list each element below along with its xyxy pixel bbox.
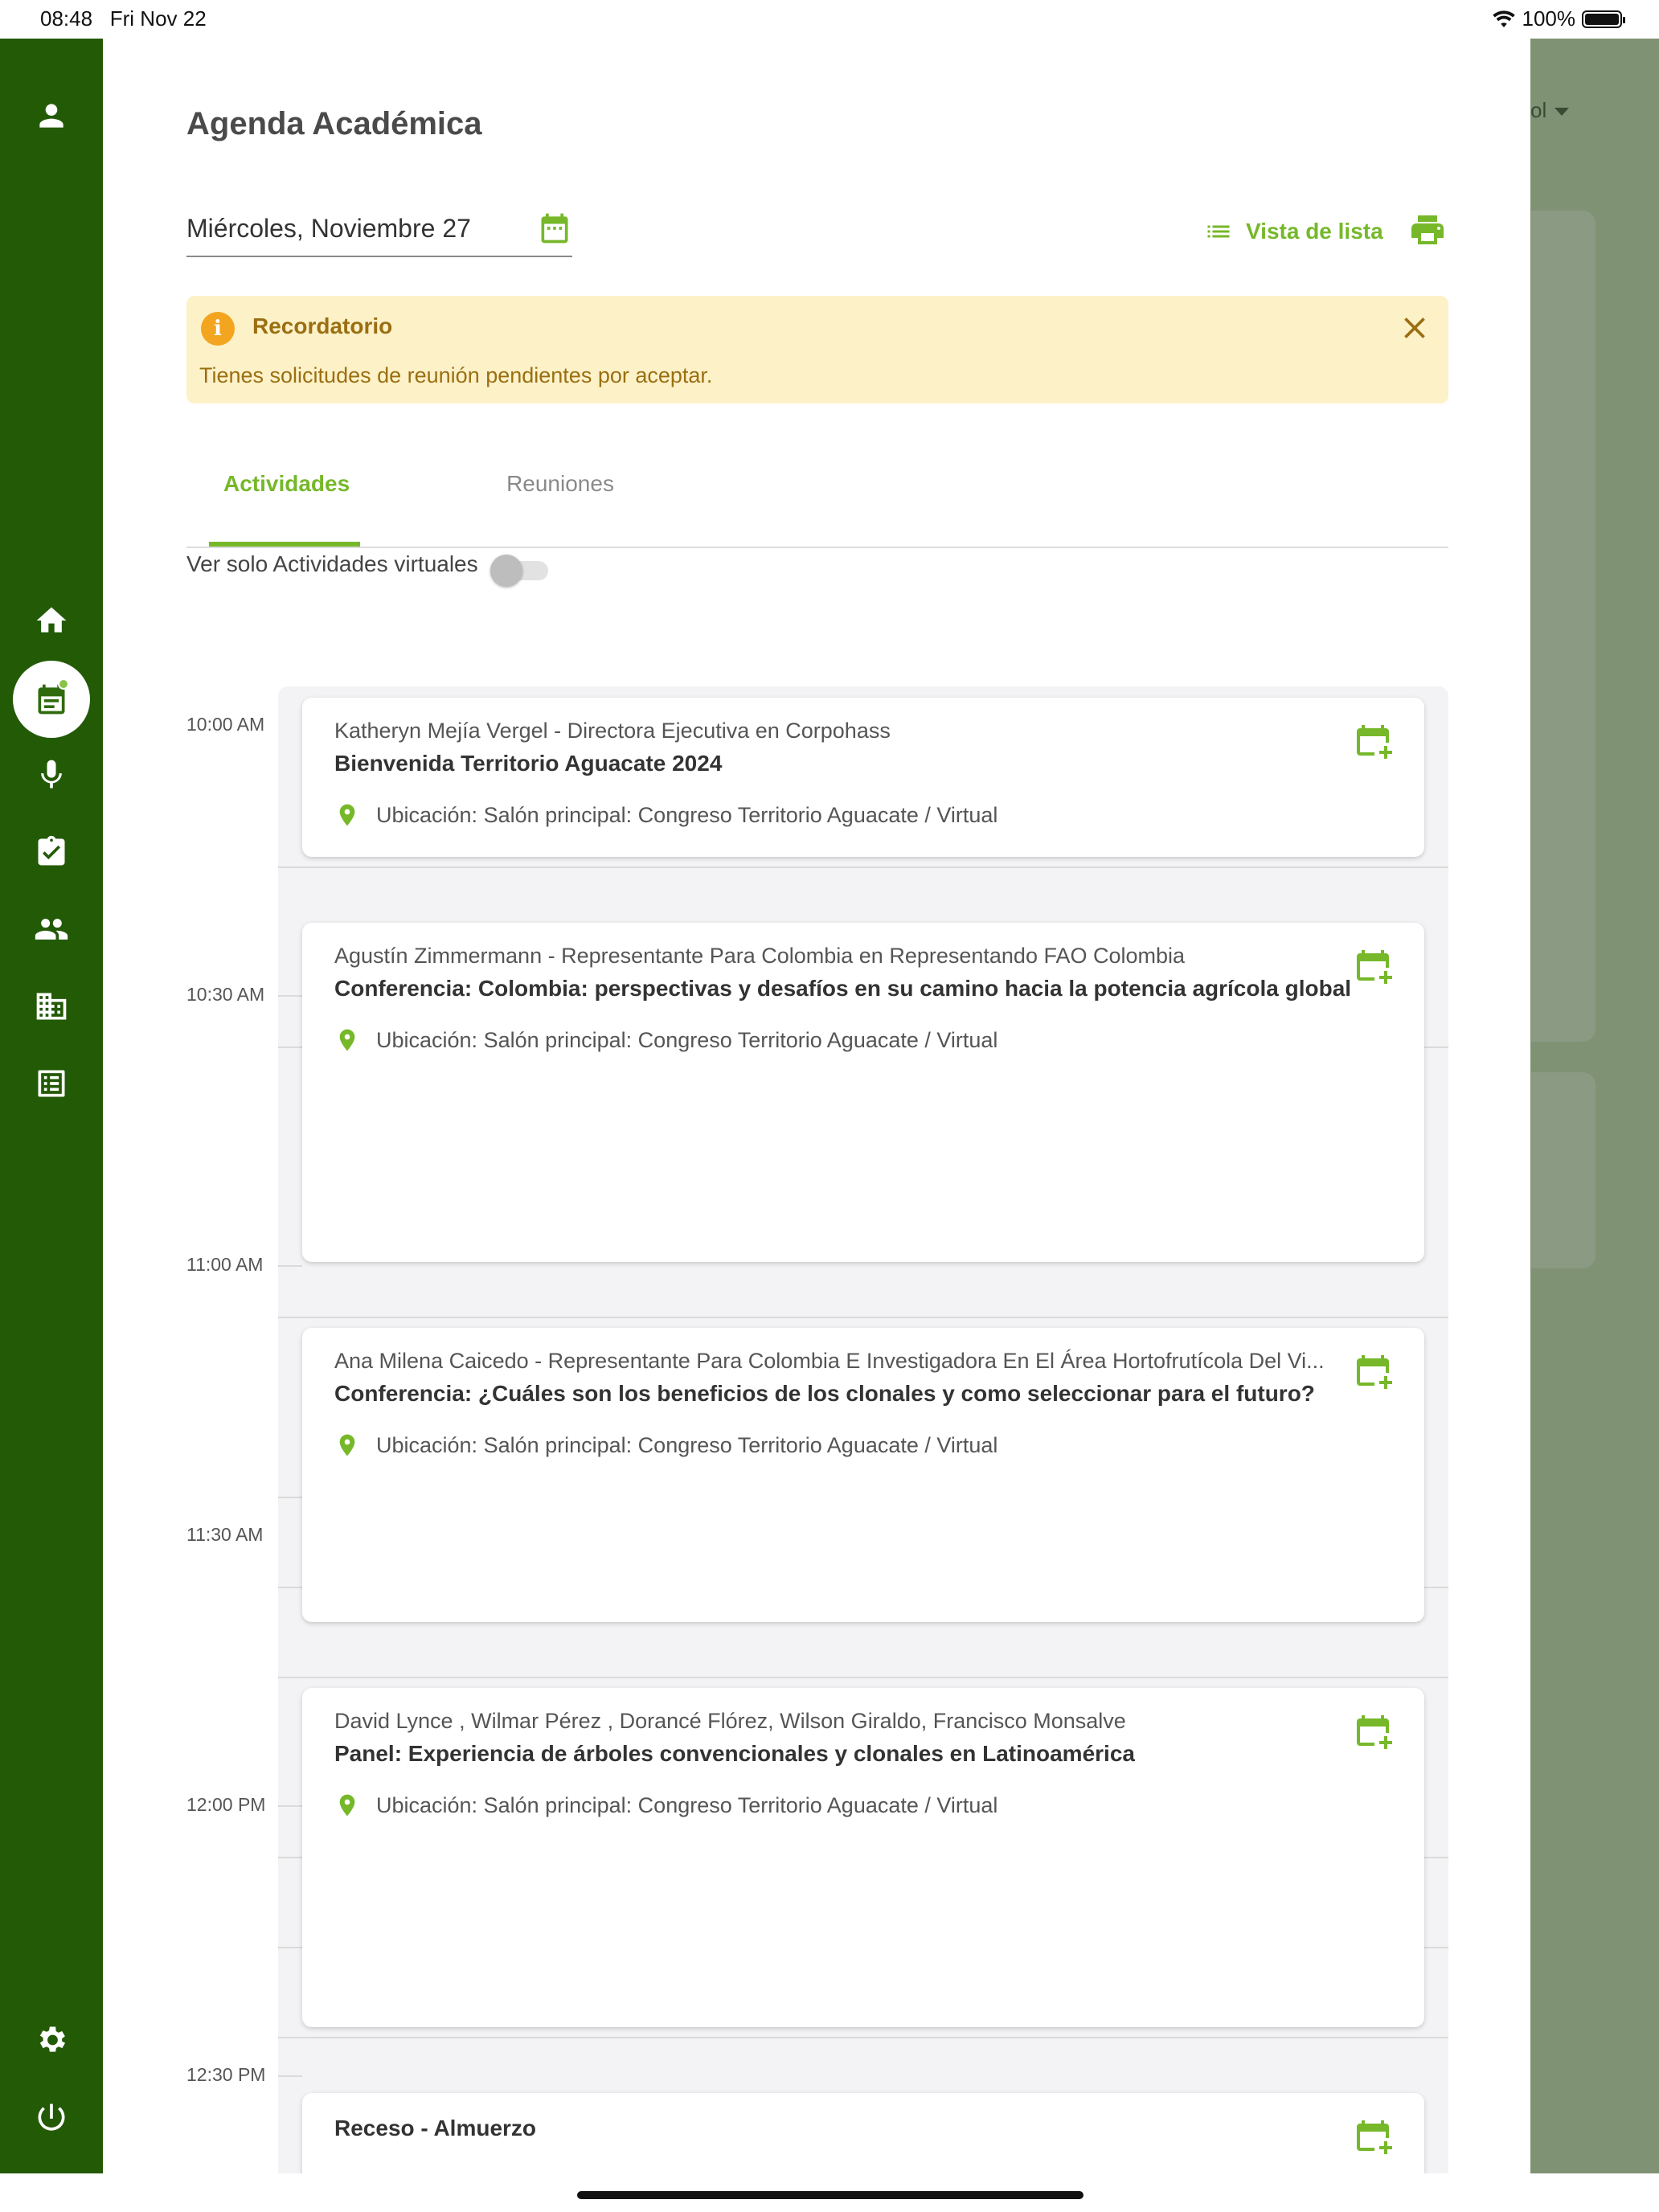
building-icon[interactable] (27, 982, 76, 1030)
add-to-calendar-icon[interactable] (1354, 1352, 1392, 1391)
activity-card[interactable]: Katheryn Mejía Vergel - Directora Ejecut… (302, 698, 1424, 857)
activity-title: Receso - Almuerzo (334, 2116, 537, 2140)
agenda-nav-icon[interactable] (13, 661, 90, 738)
activity-speaker: Katheryn Mejía Vergel - Directora Ejecut… (334, 719, 891, 743)
time-label: 10:30 AM (186, 984, 265, 1005)
activity-location: Ubicación: Salón principal: Congreso Ter… (334, 1432, 997, 1458)
power-icon[interactable] (27, 2093, 76, 2141)
location-text: Ubicación: Salón principal: Congreso Ter… (376, 1432, 998, 1457)
location-pin-icon (339, 804, 355, 826)
status-bar: 08:48 Fri Nov 22 100% (0, 0, 1659, 39)
date-picker-field[interactable]: Miércoles, Noviembre 27 (186, 207, 572, 257)
location-pin-icon (339, 1434, 355, 1456)
people-icon[interactable] (27, 905, 76, 953)
print-icon[interactable] (1408, 211, 1447, 249)
page-title: Agenda Académica (186, 106, 482, 141)
activity-location: Ubicación: Salón principal: Congreso Ter… (334, 802, 997, 828)
sidebar (0, 39, 103, 2173)
activity-card[interactable]: Receso - Almuerzo (302, 2093, 1424, 2173)
tab-actividades[interactable]: Actividades (209, 471, 360, 547)
battery-percent: 100% (1522, 6, 1576, 31)
backdrop-language-text: ol (1530, 98, 1547, 122)
add-to-calendar-icon[interactable] (1354, 2117, 1392, 2156)
location-pin-icon (339, 1029, 355, 1051)
time-label: 12:30 PM (186, 2064, 266, 2085)
tab-reuniones[interactable]: Reuniones (492, 471, 629, 547)
activity-title: Conferencia: Colombia: perspectivas y de… (334, 976, 1352, 1001)
activity-card[interactable]: Agustín Zimmermann - Representante Para … (302, 923, 1424, 1262)
virtual-only-toggle[interactable] (490, 553, 550, 587)
time-label: 11:30 AM (186, 1524, 264, 1545)
activity-location: Ubicación: Salón principal: Congreso Ter… (334, 1792, 997, 1818)
reminder-banner: i Recordatorio Tienes solicitudes de reu… (186, 296, 1448, 403)
reminder-title: Recordatorio (252, 313, 393, 338)
grid-line (278, 2037, 1448, 2038)
status-time: 08:48 Fri Nov 22 (40, 6, 207, 31)
microphone-icon[interactable] (27, 751, 76, 799)
location-text: Ubicación: Salón principal: Congreso Ter… (376, 1027, 998, 1052)
status-right: 100% (1492, 6, 1625, 31)
grid-line (278, 1677, 1448, 1678)
activity-speaker: Ana Milena Caicedo - Representante Para … (334, 1349, 1325, 1373)
settings-icon[interactable] (27, 2016, 76, 2064)
grid-line (278, 1317, 1448, 1318)
list-view-label: Vista de lista (1246, 219, 1383, 244)
assignment-check-icon[interactable] (27, 828, 76, 876)
battery-icon (1582, 10, 1625, 28)
add-to-calendar-icon[interactable] (1354, 722, 1392, 760)
backdrop-caret-icon (1555, 108, 1569, 116)
activity-card[interactable]: David Lynce , Wilmar Pérez , Dorancé Fló… (302, 1688, 1424, 2027)
close-icon[interactable] (1397, 310, 1432, 346)
add-to-calendar-icon[interactable] (1354, 1712, 1392, 1751)
location-text: Ubicación: Salón principal: Congreso Ter… (376, 802, 998, 827)
backdrop-card (1531, 1072, 1596, 1268)
time-label: 11:00 AM (186, 1254, 264, 1275)
grid-tick (278, 1265, 302, 1267)
activity-speaker: David Lynce , Wilmar Pérez , Dorancé Fló… (334, 1709, 1126, 1733)
activity-speaker: Agustín Zimmermann - Representante Para … (334, 944, 1186, 968)
profile-icon[interactable] (27, 92, 76, 140)
wifi-icon (1492, 10, 1515, 27)
activity-location: Ubicación: Salón principal: Congreso Ter… (334, 1027, 997, 1053)
location-pin-icon (339, 1794, 355, 1817)
home-icon[interactable] (27, 596, 76, 645)
date-value: Miércoles, Noviembre 27 (186, 214, 471, 243)
time-label: 12:00 PM (186, 1794, 266, 1815)
list-alt-icon[interactable] (27, 1059, 76, 1108)
location-text: Ubicación: Salón principal: Congreso Ter… (376, 1792, 998, 1817)
agenda-drawer: Agenda Académica Miércoles, Noviembre 27… (103, 39, 1530, 2173)
calendar-icon[interactable] (537, 211, 572, 246)
backdrop-card (1531, 211, 1596, 1042)
grid-tick (278, 1497, 302, 1498)
add-to-calendar-icon[interactable] (1354, 947, 1392, 985)
info-icon: i (201, 312, 235, 346)
home-indicator[interactable] (577, 2191, 1083, 2199)
activity-title: Bienvenida Territorio Aguacate 2024 (334, 751, 723, 776)
time-label: 10:00 AM (186, 714, 265, 735)
virtual-only-label: Ver solo Actividades virtuales (186, 551, 478, 576)
reminder-message: Tienes solicitudes de reunión pendientes… (199, 363, 713, 387)
activity-title: Conferencia: ¿Cuáles son los beneficios … (334, 1381, 1315, 1406)
notification-dot (58, 678, 69, 690)
grid-tick (278, 2075, 302, 2077)
grid-line (278, 866, 1448, 868)
list-icon (1207, 225, 1230, 238)
list-view-button[interactable]: Vista de lista (1204, 217, 1383, 246)
activity-card[interactable]: Ana Milena Caicedo - Representante Para … (302, 1328, 1424, 1622)
grid-tick (278, 1805, 302, 1807)
tab-bar: Actividades Reuniones (186, 457, 1448, 548)
grid-tick (278, 995, 302, 997)
activity-title: Panel: Experiencia de árboles convencion… (334, 1741, 1135, 1766)
